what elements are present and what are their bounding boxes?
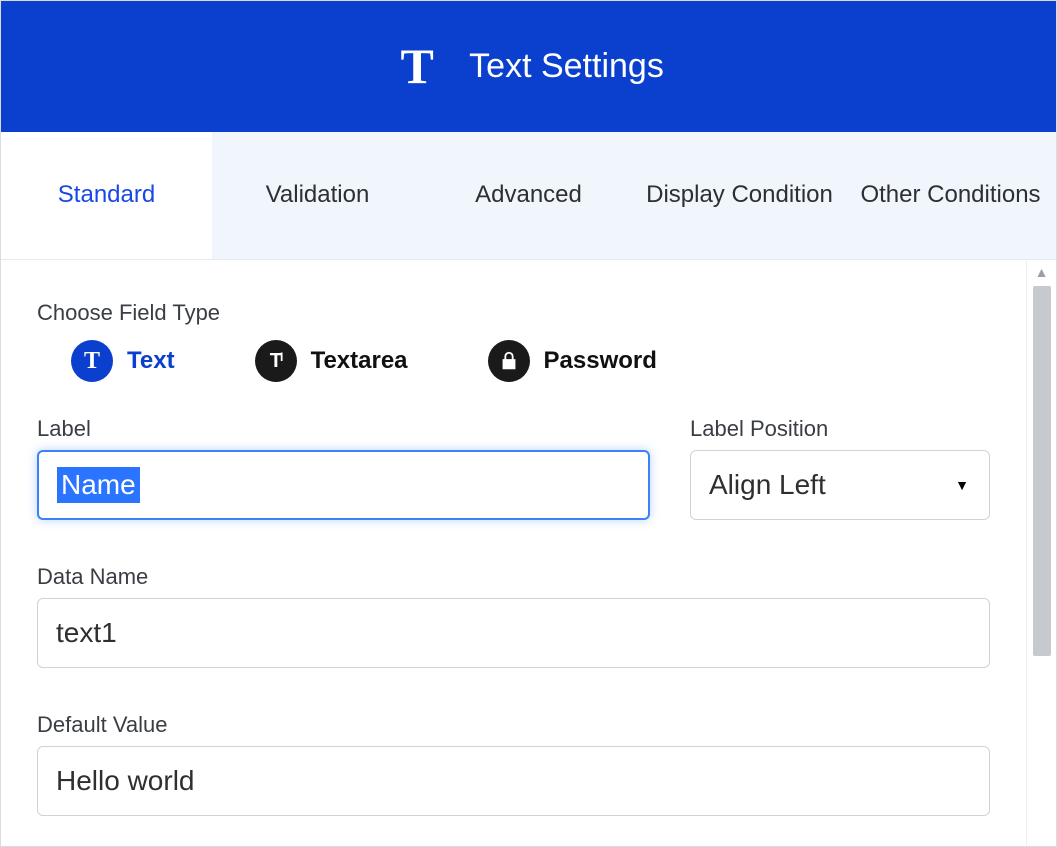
settings-dialog: T Text Settings Standard Validation Adva…	[0, 0, 1057, 847]
default-value-field-label: Default Value	[37, 712, 990, 738]
data-name-input[interactable]: text1	[37, 598, 990, 668]
field-type-password-label: Password	[544, 347, 657, 375]
content-pane: Choose Field Type T Text TI Textarea Pas…	[1, 260, 1026, 846]
tab-bar: Standard Validation Advanced Display Con…	[1, 132, 1056, 260]
label-input-value: Name	[57, 467, 140, 503]
default-value-value: Hello world	[56, 765, 195, 797]
text-icon: T	[393, 42, 441, 90]
field-type-textarea-label: Textarea	[311, 347, 408, 375]
tab-advanced[interactable]: Advanced	[423, 132, 634, 259]
lock-icon	[488, 340, 530, 382]
default-value-input[interactable]: Hello world	[37, 746, 990, 816]
label-position-select[interactable]: Align Left ▼	[690, 450, 990, 520]
chevron-down-icon: ▼	[955, 477, 969, 493]
tab-display-condition[interactable]: Display Condition	[634, 132, 845, 259]
field-type-password[interactable]: Password	[488, 340, 657, 382]
label-field-label: Label	[37, 416, 650, 442]
dialog-title: Text Settings	[469, 47, 664, 86]
vertical-scrollbar[interactable]: ▲	[1026, 260, 1056, 846]
field-type-textarea[interactable]: TI Textarea	[255, 340, 408, 382]
label-input[interactable]: Name	[37, 450, 650, 520]
tab-other-conditions[interactable]: Other Conditions	[845, 132, 1056, 259]
label-position-field-label: Label Position	[690, 416, 990, 442]
field-type-text[interactable]: T Text	[71, 340, 175, 382]
label-position-value: Align Left	[709, 469, 826, 501]
tab-standard[interactable]: Standard	[1, 132, 212, 259]
choose-field-type-label: Choose Field Type	[37, 300, 990, 326]
scrollbar-thumb[interactable]	[1033, 286, 1051, 656]
textarea-type-icon: TI	[255, 340, 297, 382]
field-type-text-label: Text	[127, 347, 175, 375]
field-type-group: T Text TI Textarea Password	[37, 340, 990, 382]
data-name-field-label: Data Name	[37, 564, 990, 590]
text-type-icon: T	[71, 340, 113, 382]
data-name-value: text1	[56, 617, 117, 649]
dialog-body: Choose Field Type T Text TI Textarea Pas…	[1, 260, 1056, 846]
scroll-up-arrow-icon[interactable]: ▲	[1027, 264, 1056, 280]
tab-validation[interactable]: Validation	[212, 132, 423, 259]
dialog-header: T Text Settings	[1, 1, 1056, 132]
